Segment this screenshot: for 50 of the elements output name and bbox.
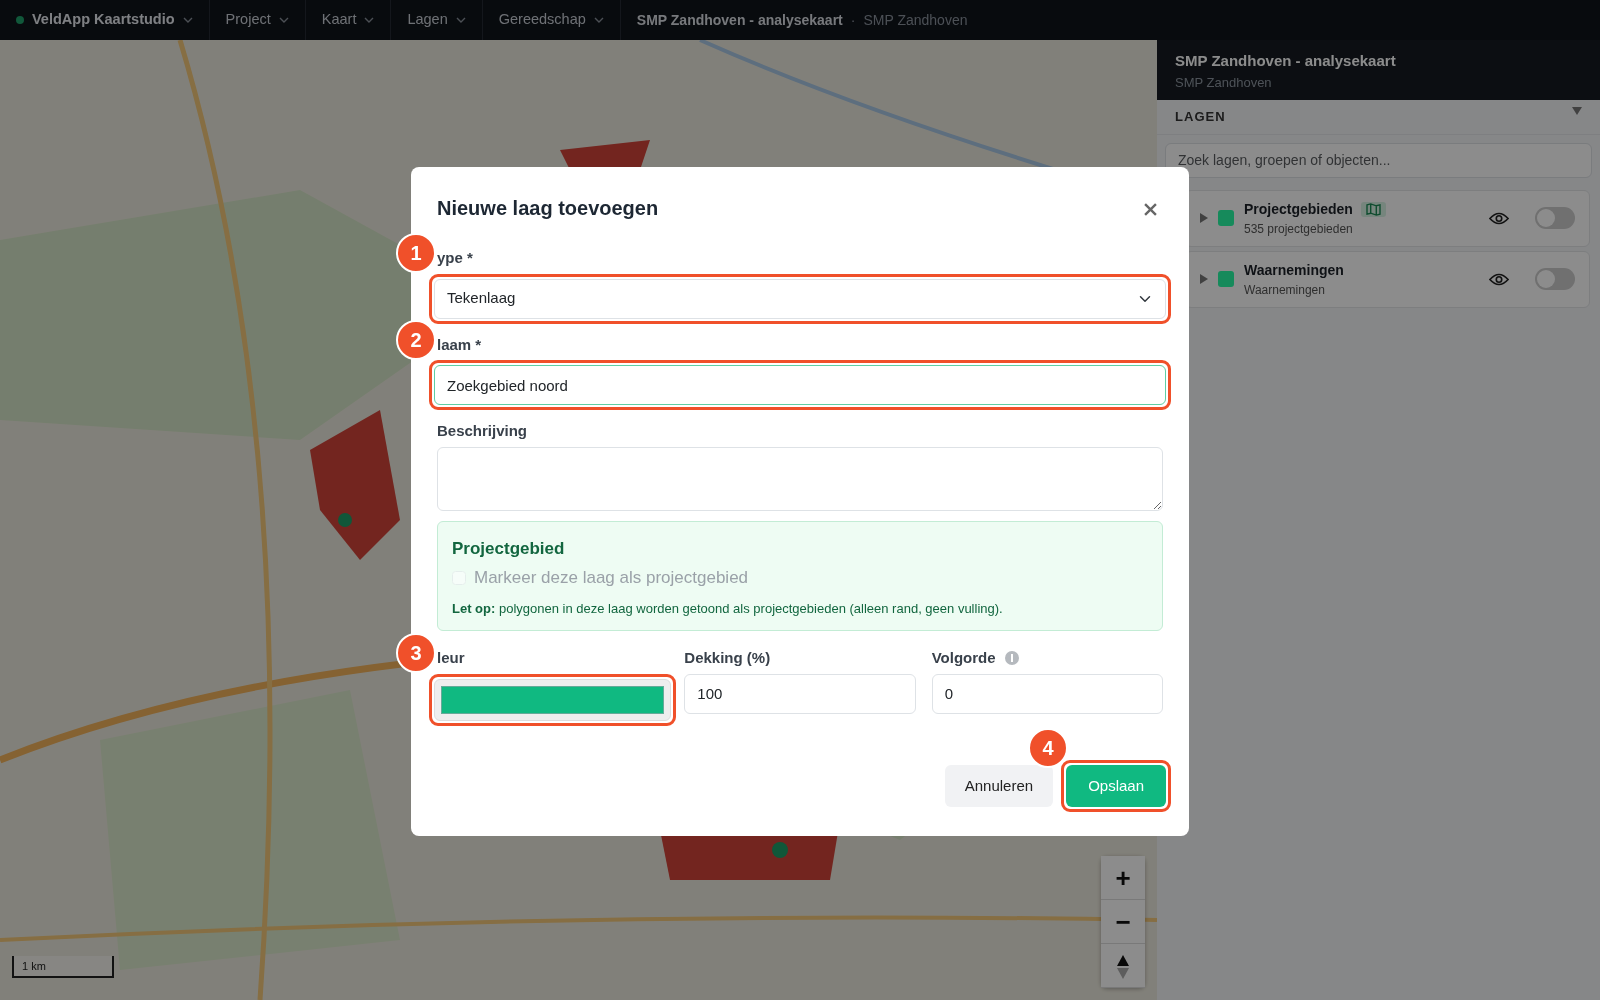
layer-toggle[interactable] (1535, 268, 1575, 290)
zoom-in-button[interactable]: + (1101, 856, 1145, 900)
status-dot (16, 16, 24, 24)
caret-icon (455, 17, 466, 23)
eye-icon (1489, 273, 1509, 287)
layer-toggle[interactable] (1535, 207, 1575, 229)
layer-name: Waarnemingen (1244, 260, 1344, 280)
layer-detail: Waarnemingen (1244, 281, 1326, 299)
field-label: ype * (437, 248, 474, 268)
project-title: SMP Zandhoven - analysekaart (1175, 51, 1397, 71)
map-icon (1365, 202, 1381, 216)
compass-icon (1116, 953, 1130, 980)
step-badge: 4 (1028, 727, 1069, 768)
close-icon (1144, 203, 1157, 217)
compass-button[interactable] (1101, 944, 1145, 988)
eye-icon (1489, 212, 1509, 226)
layer-name: Projectgebieden (1244, 199, 1353, 219)
layer-detail: 535 projectgebieden (1244, 220, 1354, 238)
collapse-icon (1572, 107, 1582, 115)
panel-note: Let op: polygonen in deze laag worden getoond als projectgebieden (alleen rand, geen vulling). (452, 599, 1004, 618)
field-label: Volgorde (931, 648, 996, 668)
field-label: Dekking (%) (684, 648, 772, 668)
step-badge: 1 (396, 233, 436, 273)
panel-title: Projectgebied (452, 537, 566, 560)
dialog-title: Nieuwe laag toevoegen (437, 196, 659, 221)
caret-icon (278, 17, 289, 23)
type-select[interactable]: Tekenlaag (434, 278, 1166, 319)
field-label: laam * (437, 334, 483, 355)
cancel-button[interactable]: Annuleren (944, 764, 1054, 807)
caret-icon (364, 17, 375, 23)
expand-icon (1200, 213, 1208, 223)
caret-icon (182, 17, 193, 23)
separator-dot: · (850, 10, 856, 30)
field-label: Beschrijving (437, 421, 529, 441)
project-subtitle: SMP Zandhoven (1175, 73, 1273, 92)
caret-icon (593, 17, 604, 23)
section-title: LAGEN (1175, 108, 1226, 126)
name-input[interactable]: Zoekgebied noord (434, 365, 1166, 405)
expand-icon (1200, 274, 1208, 284)
field-label: leur (437, 648, 466, 668)
checkbox-label: Markeer deze laag als projectgebied (474, 567, 749, 589)
search-field[interactable]: Zoek lagen, groepen of objecten... (1165, 142, 1592, 178)
info-icon (1003, 650, 1020, 667)
breadcrumb-item[interactable]: SMP Zandhoven - analysekaart (636, 9, 843, 31)
order-input[interactable]: 0 (931, 673, 1163, 714)
breadcrumb-item: SMP Zandhoven (863, 10, 968, 30)
zoom-out-button[interactable]: − (1101, 900, 1145, 944)
step-badge: 3 (396, 633, 436, 673)
opacity-input[interactable]: 100 (684, 673, 916, 714)
step-badge: 2 (396, 319, 436, 360)
